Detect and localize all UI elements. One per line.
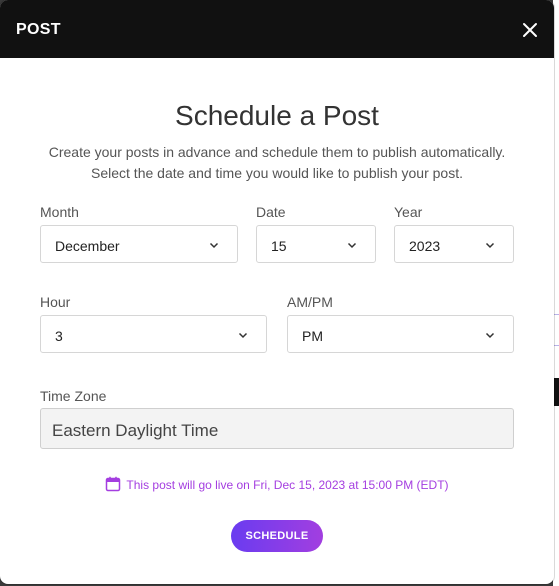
page-title: Schedule a Post: [175, 100, 379, 131]
close-button[interactable]: [519, 19, 541, 41]
ampm-select[interactable]: PM: [287, 315, 514, 353]
month-value: December: [55, 238, 120, 254]
year-select[interactable]: 2023: [394, 225, 514, 263]
timezone-field: Eastern Daylight Time: [40, 408, 514, 449]
chevron-down-icon: [238, 332, 248, 339]
schedule-post-modal: POST Schedule a Post Create your posts i…: [0, 0, 554, 584]
go-live-text: This post will go live on Fri, Dec 15, 2…: [126, 478, 449, 492]
modal-title: POST: [16, 21, 61, 38]
date-select[interactable]: 15: [256, 225, 376, 263]
chevron-down-icon: [485, 332, 495, 339]
month-label: Month: [40, 204, 79, 220]
subtitle-line-2: Select the date and time you would like …: [91, 165, 463, 181]
hour-value: 3: [55, 328, 63, 344]
go-live-note: This post will go live on Fri, Dec 15, 2…: [0, 476, 554, 492]
chevron-down-icon: [347, 242, 357, 249]
chevron-down-icon: [485, 242, 495, 249]
hour-label: Hour: [40, 294, 71, 310]
date-label: Date: [256, 204, 286, 220]
schedule-button[interactable]: SCHEDULE: [231, 520, 323, 552]
ampm-value: PM: [302, 328, 323, 344]
ampm-label: AM/PM: [287, 294, 333, 310]
timezone-value: Eastern Daylight Time: [52, 421, 219, 440]
close-icon: [523, 23, 537, 37]
month-select[interactable]: December: [40, 225, 238, 263]
year-value: 2023: [409, 238, 441, 254]
date-value: 15: [271, 238, 287, 254]
timezone-label: Time Zone: [40, 388, 107, 404]
chevron-down-icon: [209, 242, 219, 249]
hour-select[interactable]: 3: [40, 315, 267, 353]
subtitle-line-1: Create your posts in advance and schedul…: [48, 144, 506, 160]
calendar-icon: [106, 476, 121, 492]
year-label: Year: [394, 204, 423, 220]
modal-header: POST: [0, 0, 554, 58]
